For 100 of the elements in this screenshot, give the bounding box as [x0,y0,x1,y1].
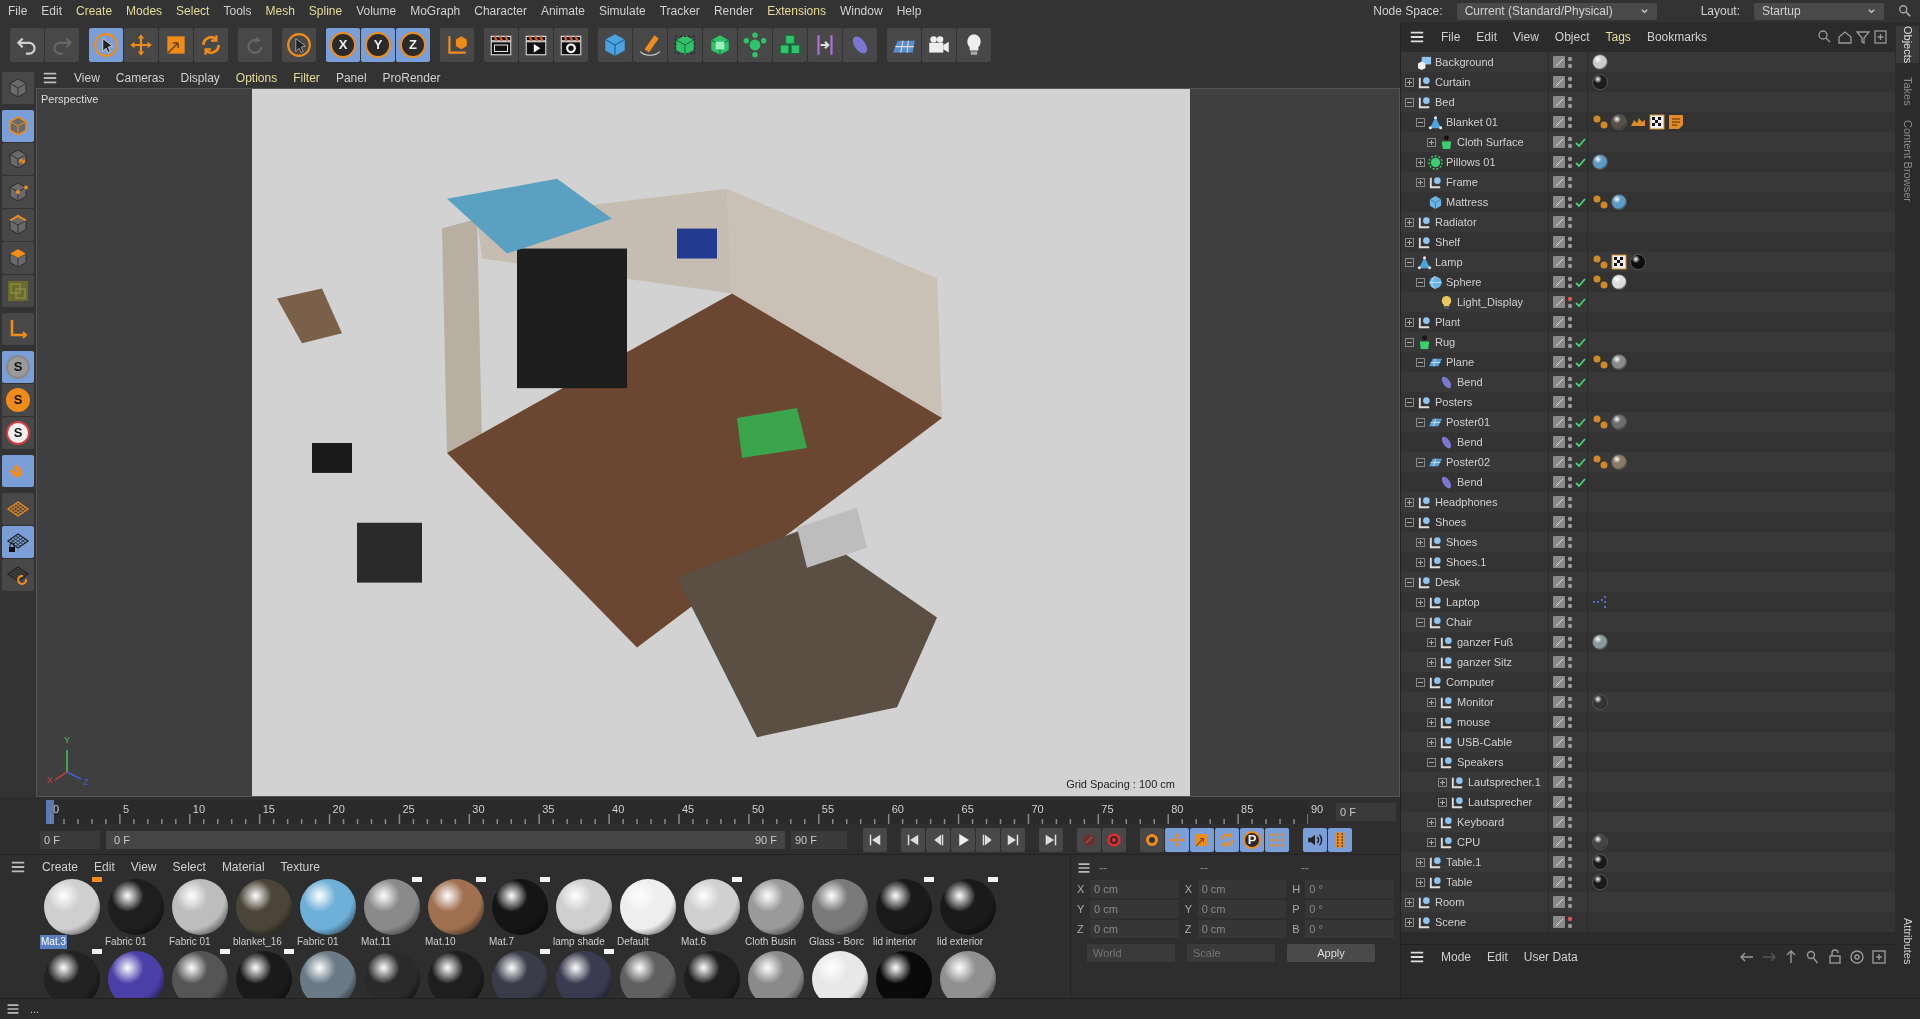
dots-icon[interactable] [1592,254,1608,270]
visibility-dots-icon[interactable] [1567,675,1573,689]
visibility-dots-icon[interactable] [1567,855,1573,869]
tool-button[interactable] [808,28,842,62]
end-frame-field[interactable]: 90 F [791,831,847,849]
visibility-dots-icon[interactable] [1567,275,1573,289]
visibility-dots-icon[interactable] [1567,55,1573,69]
menu-item[interactable]: Character [474,2,527,20]
object-name[interactable]: Bend [1457,473,1483,491]
expand-toggle[interactable] [1416,617,1425,627]
visibility-dots-icon[interactable] [1567,815,1573,829]
dots-icon[interactable] [1592,194,1608,210]
object-name[interactable]: Lamp [1435,253,1463,271]
menu-item[interactable]: Edit [94,858,115,876]
menu-item[interactable]: Cameras [115,69,165,87]
object-name[interactable]: Table [1446,873,1473,891]
menu-item[interactable]: Select [172,858,206,876]
expand-toggle[interactable] [1427,637,1436,647]
menu-item[interactable]: Volume [356,2,397,20]
tool-button[interactable] [957,28,991,62]
expand-toggle[interactable] [1416,537,1425,547]
visibility-dots-icon[interactable] [1567,195,1573,209]
tool-button[interactable] [1001,828,1025,852]
object-name[interactable]: Cloth Surface [1457,133,1524,151]
expand-toggle[interactable] [1416,417,1425,427]
tool-button[interactable] [951,828,975,852]
dots-icon[interactable] [1592,274,1608,290]
axis-toggle[interactable]: Y [361,28,395,62]
expand-toggle[interactable] [1416,677,1425,687]
object-name[interactable]: Desk [1435,573,1461,591]
object-name[interactable]: ganzer Fuß [1457,633,1514,651]
enabled-check-icon[interactable] [1575,476,1586,488]
menu-item[interactable]: Select [176,2,210,20]
menu-item[interactable]: Object [1554,28,1590,46]
enabled-check-icon[interactable] [1575,276,1586,288]
material-tag[interactable] [1611,414,1627,430]
axis-toggle[interactable]: S [2,384,34,416]
tool-button[interactable] [1039,828,1063,852]
visibility-dots-icon[interactable] [1567,215,1573,229]
menu-item[interactable]: Render [713,2,754,20]
menu-item[interactable]: Window [839,2,883,20]
visibility-dots-icon[interactable] [1567,555,1573,569]
menu-item[interactable]: Tracker [659,2,700,20]
visibility-dots-icon[interactable] [1567,875,1573,889]
menu-item[interactable]: Edit [41,2,63,20]
object-name[interactable]: Blanket 01 [1446,113,1498,131]
visibility-dots-icon[interactable] [1567,755,1573,769]
visibility-dots-icon[interactable] [1567,915,1573,929]
expand-toggle[interactable] [1427,657,1436,667]
enabled-check-icon[interactable] [1575,156,1586,168]
expand-toggle[interactable] [1416,117,1425,127]
expand-toggle[interactable] [1405,337,1414,347]
enabled-check-icon[interactable] [1575,456,1586,468]
object-name[interactable]: Scene [1435,913,1467,931]
expand-toggle[interactable] [1405,397,1414,407]
side-tab[interactable]: Attributes [1899,917,1916,964]
expand-toggle[interactable] [1427,817,1436,827]
visibility-dots-icon[interactable] [1567,895,1573,909]
tool-button[interactable] [2,526,34,558]
expand-toggle[interactable] [1416,157,1425,167]
menu-item[interactable]: View [74,69,100,87]
object-name[interactable]: Poster01 [1446,413,1491,431]
expand-toggle[interactable] [1427,697,1436,707]
object-name[interactable]: Bend [1457,373,1483,391]
tool-button[interactable] [2,559,34,591]
visibility-dots-icon[interactable] [1567,615,1573,629]
tool-button[interactable] [554,28,588,62]
material-tag[interactable] [1592,834,1608,850]
visibility-dots-icon[interactable] [1567,575,1573,589]
menu-item[interactable]: Material [221,858,265,876]
tool-button[interactable] [282,28,316,62]
axis-toggle[interactable]: P [1240,828,1264,852]
visibility-dots-icon[interactable] [1567,255,1573,269]
menu-item[interactable]: Filter [293,69,320,87]
expand-toggle[interactable] [1427,837,1436,847]
expand-toggle[interactable] [1405,77,1414,87]
visibility-dots-icon[interactable] [1567,775,1573,789]
expand-toggle[interactable] [1427,737,1436,747]
expand-toggle[interactable] [1416,457,1425,467]
menu-item[interactable]: Tools [223,2,252,20]
material-tag[interactable] [1592,154,1608,170]
tool-button[interactable] [901,828,925,852]
material-tag[interactable] [1611,354,1627,370]
menu-item[interactable]: Create [42,858,79,876]
enabled-check-icon[interactable] [1575,336,1586,348]
object-name[interactable]: Frame [1446,173,1478,191]
menu-item[interactable]: View [130,858,157,876]
menu-item[interactable]: File [1441,28,1461,46]
object-name[interactable]: Speakers [1457,753,1504,771]
visibility-dots-icon[interactable] [1567,495,1573,509]
object-name[interactable]: ganzer Sitz [1457,653,1513,671]
visibility-dots-icon[interactable] [1567,95,1573,109]
material-tag[interactable] [1630,254,1646,270]
tool-button[interactable] [89,28,123,62]
visibility-dots-icon[interactable] [1567,315,1573,329]
tool-button[interactable] [922,28,956,62]
menu-item[interactable]: Bookmarks [1646,28,1707,46]
material-tag[interactable] [1611,274,1627,290]
visibility-dots-icon[interactable] [1567,695,1573,709]
visibility-dots-icon[interactable] [1567,75,1573,89]
